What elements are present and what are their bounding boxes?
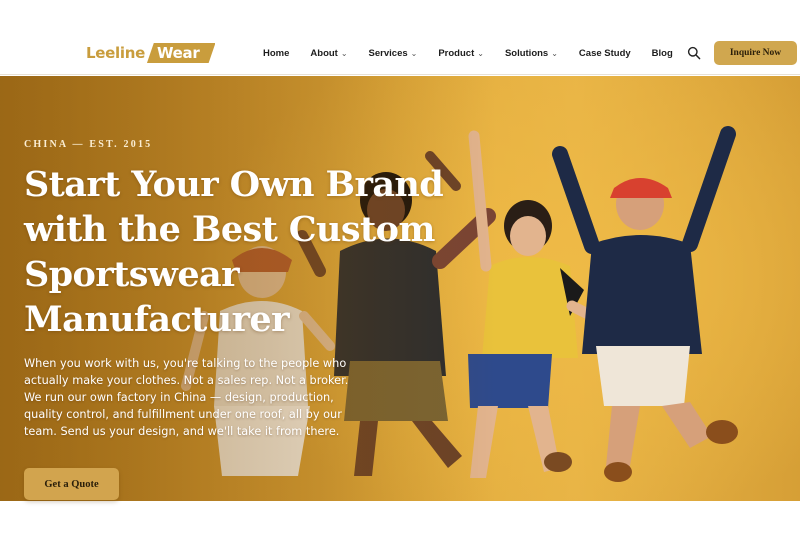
get-a-quote-button[interactable]: Get a Quote	[24, 468, 119, 500]
nav-item-case-study[interactable]: Case Study	[579, 48, 631, 59]
nav-item-product[interactable]: Product ⌄	[438, 48, 484, 59]
hero-eyebrow: CHINA — EST. 2015	[24, 139, 153, 150]
logo-text-wear: Wear	[146, 43, 216, 63]
chevron-down-icon: ⌄	[340, 48, 348, 58]
nav-item-about[interactable]: About ⌄	[310, 48, 347, 59]
main-nav: Home About ⌄ Services ⌄ Product ⌄ Soluti…	[263, 46, 694, 60]
nav-item-services[interactable]: Services ⌄	[369, 48, 418, 59]
site-header: Leeline Wear Home About ⌄ Services ⌄ Pro…	[0, 0, 800, 75]
nav-item-label: Solutions	[504, 47, 549, 59]
nav-item-label: Services	[368, 47, 408, 59]
nav-item-home[interactable]: Home	[263, 48, 289, 59]
chevron-down-icon: ⌄	[551, 48, 558, 58]
chevron-down-icon: ⌄	[477, 48, 484, 58]
brand-logo[interactable]: Leeline Wear	[86, 43, 216, 63]
nav-item-label: Blog	[651, 47, 673, 59]
nav-item-label: Product	[438, 47, 475, 59]
chevron-down-icon: ⌄	[410, 48, 418, 58]
inquire-now-button[interactable]: Inquire Now	[714, 41, 797, 65]
nav-item-label: Home	[263, 47, 290, 59]
nav-item-label: About	[310, 47, 338, 59]
search-icon[interactable]	[687, 46, 701, 60]
hero-description: When you work with us, you're talking to…	[24, 357, 349, 438]
nav-item-blog[interactable]: Blog	[652, 48, 673, 59]
nav-item-solutions[interactable]: Solutions ⌄	[505, 48, 558, 59]
hero-headline: Start Your Own Brand with the Best Custo…	[24, 164, 444, 340]
nav-item-label: Case Study	[578, 47, 631, 59]
logo-text-leeline: Leeline	[86, 44, 145, 62]
